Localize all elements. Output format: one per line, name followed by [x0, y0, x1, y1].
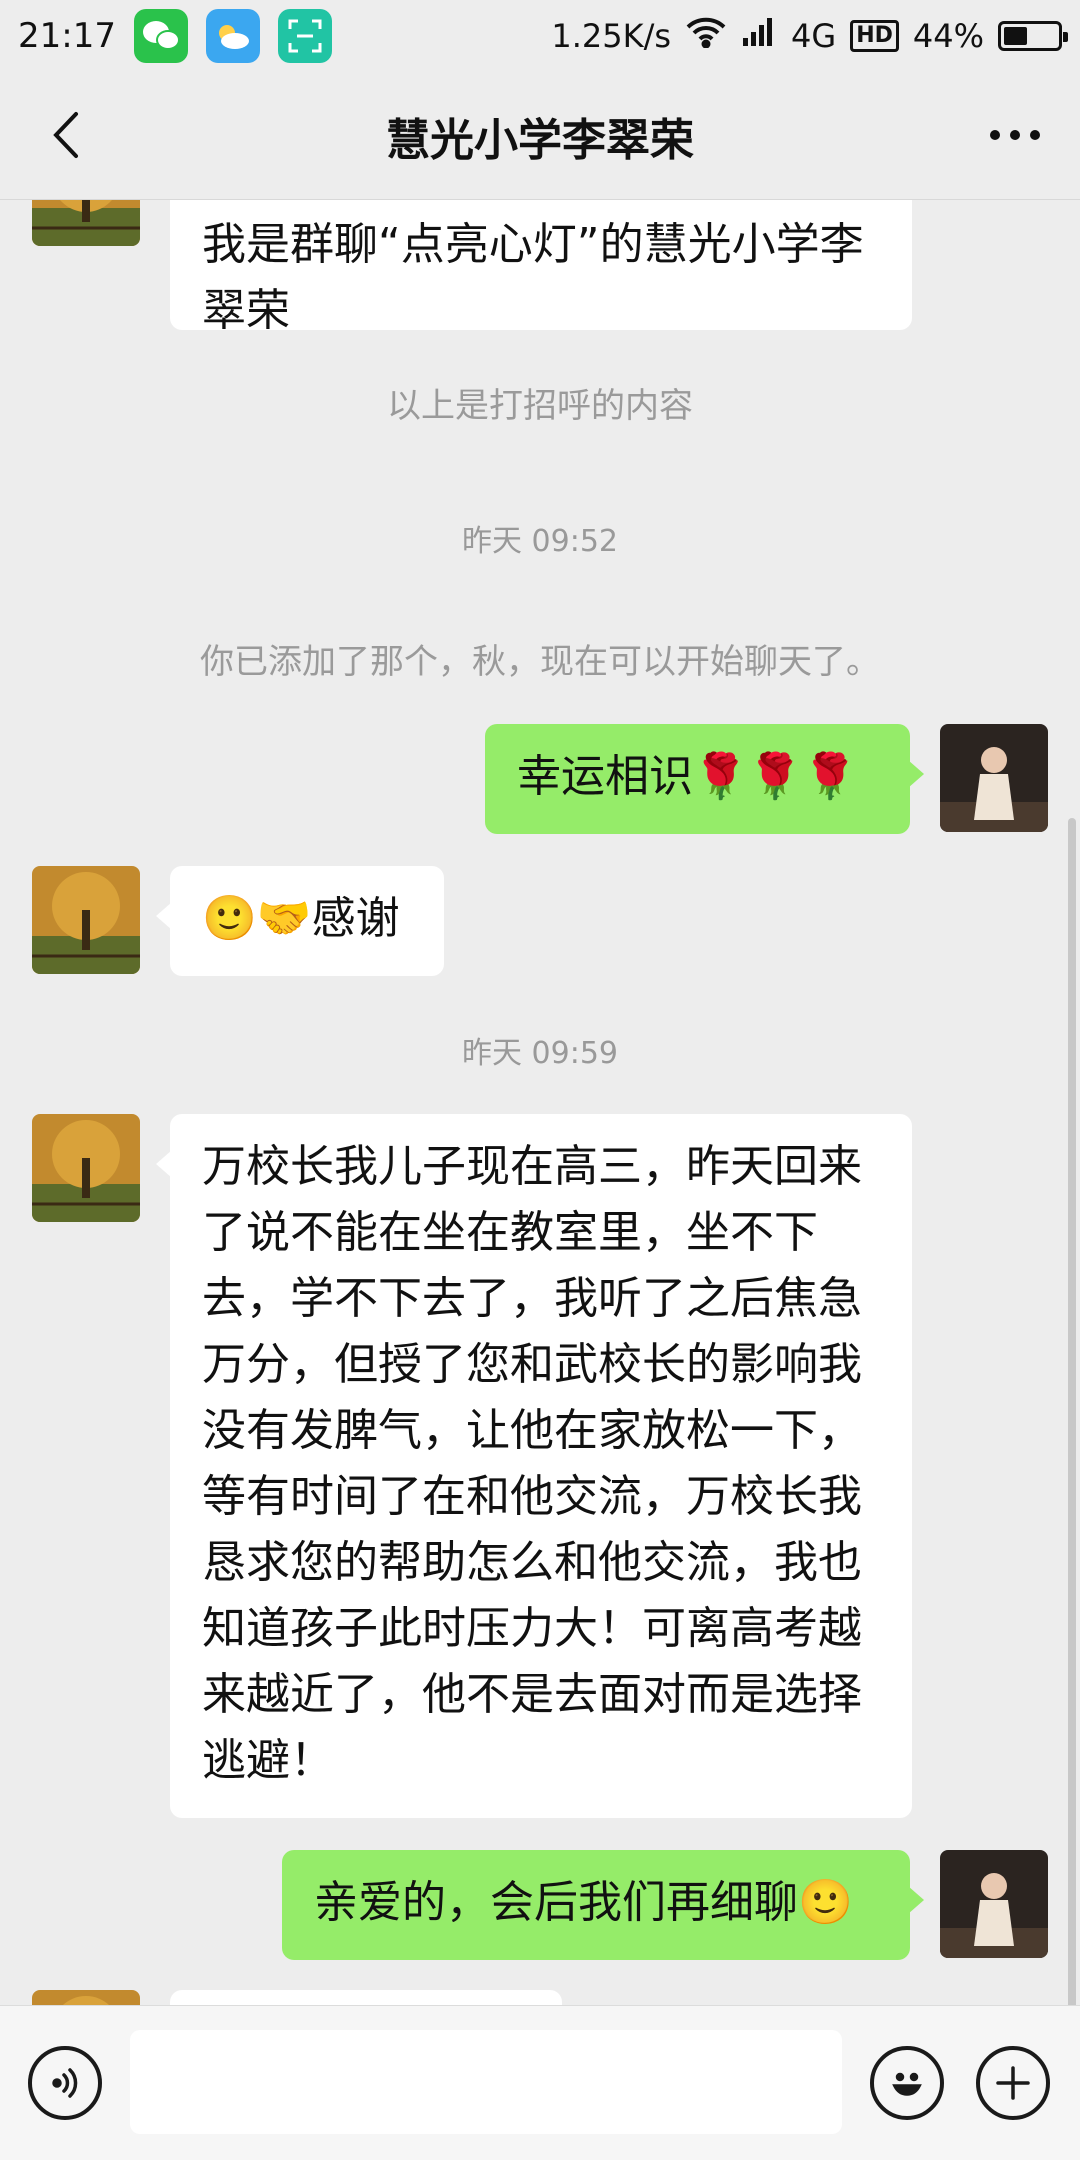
- plus-icon[interactable]: [976, 2046, 1050, 2120]
- network-speed: 1.25K/s: [551, 17, 672, 55]
- sent-message-2[interactable]: 亲爱的，会后我们再细聊🙂: [282, 1850, 924, 1960]
- avatar-self[interactable]: [940, 1850, 1048, 1958]
- chevron-left-icon[interactable]: [30, 100, 100, 170]
- weather-icon: [205, 9, 260, 63]
- sent-message-2-text: 亲爱的，会后我们再细聊🙂: [314, 1877, 853, 1928]
- emoji-icon[interactable]: [870, 2046, 944, 2120]
- more-icon[interactable]: [980, 100, 1050, 170]
- added-notice: 你已添加了那个，秋，现在可以开始聊天了。: [200, 642, 880, 682]
- hd-badge: HD: [850, 20, 899, 52]
- status-bar: 21:17 1.25K/s 4G HD 44%: [0, 0, 1080, 72]
- avatar-contact[interactable]: [32, 1114, 140, 1222]
- chat-area[interactable]: 我是群聊“点亮心灯”的慧光小学李翠荣 以上是打招呼的内容 昨天 09:52 你已…: [0, 200, 1080, 2005]
- input-bar: [0, 2005, 1080, 2160]
- network-type: 4G: [791, 17, 837, 55]
- chat-title: 慧光小学李翠荣: [386, 114, 694, 166]
- timestamp-2: 昨天 09:59: [462, 1036, 618, 1071]
- nav-bar: 慧光小学李翠荣: [0, 72, 1080, 200]
- greeting-text: 我是群聊“点亮心灯”的慧光小学李翠荣: [202, 219, 864, 336]
- sent-message-1[interactable]: 幸运相识🌹🌹🌹: [485, 724, 924, 834]
- voice-icon[interactable]: [28, 2046, 102, 2120]
- greeting-note: 以上是打招呼的内容: [387, 386, 693, 426]
- avatar-contact[interactable]: [32, 866, 140, 974]
- timestamp-1: 昨天 09:52: [462, 524, 618, 559]
- signal-icon: [741, 16, 777, 56]
- scrollbar[interactable]: [1068, 818, 1076, 2005]
- message-input[interactable]: [130, 2030, 842, 2134]
- greeting-message[interactable]: 我是群聊“点亮心灯”的慧光小学李翠荣: [170, 200, 912, 336]
- avatar-contact[interactable]: [32, 1990, 140, 2005]
- battery-percent: 44%: [912, 17, 984, 55]
- status-time: 21:17: [18, 16, 116, 56]
- received-message-2[interactable]: 万校长我儿子现在高三，昨天回来了说不能在坐在教室里，坐不下去，学不下去了，我听了…: [156, 1114, 912, 1818]
- wifi-icon: [685, 16, 727, 56]
- next-message-peek[interactable]: [170, 1990, 562, 2005]
- battery-level: [1004, 27, 1027, 45]
- received-message-2-text: 万校长我儿子现在高三，昨天回来了说不能在坐在教室里，坐不下去，学不下去了，我听了…: [202, 1141, 862, 1786]
- wechat-icon: [133, 9, 188, 63]
- avatar-contact[interactable]: [32, 200, 140, 246]
- battery-icon: [998, 21, 1068, 51]
- received-message-1[interactable]: 🙂🤝感谢: [156, 866, 444, 976]
- sent-message-1-text: 幸运相识🌹🌹🌹: [517, 751, 858, 802]
- scan-icon: [277, 9, 332, 63]
- avatar-self[interactable]: [940, 724, 1048, 832]
- received-message-1-text: 🙂🤝感谢: [202, 893, 400, 944]
